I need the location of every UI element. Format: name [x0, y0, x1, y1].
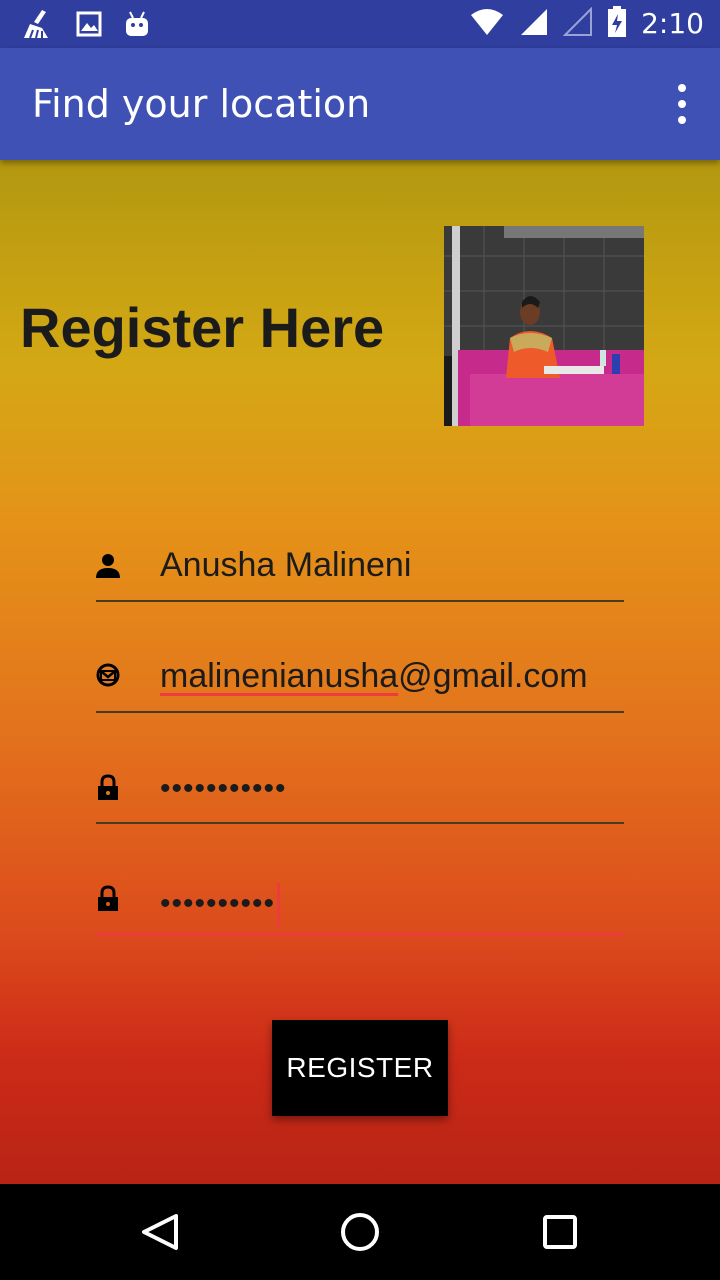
email-icon: [96, 663, 120, 691]
image-icon: [76, 11, 102, 41]
person-icon: [96, 552, 120, 580]
back-icon[interactable]: [136, 1208, 184, 1256]
battery-charging-icon: [607, 6, 627, 42]
wifi-icon: [469, 7, 505, 41]
text-cursor: [277, 883, 281, 927]
broom-icon: [20, 8, 54, 44]
lock-icon: [96, 885, 120, 913]
email-value[interactable]: malinenianusha@gmail.com: [160, 657, 588, 696]
name-field[interactable]: Anusha Malineni: [96, 540, 624, 602]
email-misspelled-part: malinenianusha: [160, 657, 399, 695]
navigation-bar: [0, 1184, 720, 1280]
email-field[interactable]: malinenianusha@gmail.com: [96, 651, 624, 713]
signal-empty-icon: [562, 6, 593, 41]
recents-icon[interactable]: [536, 1208, 584, 1256]
signal-icon: [519, 7, 549, 41]
register-form: Register Here Anusha Malineni malinenian…: [0, 160, 720, 1184]
home-icon[interactable]: [336, 1208, 384, 1256]
confirm-password-field[interactable]: ••••••••••: [96, 873, 624, 936]
email-domain-part: @gmail.com: [398, 657, 588, 695]
profile-photo: [444, 226, 644, 426]
password-value[interactable]: •••••••••••: [160, 772, 287, 806]
app-title: Find your location: [32, 82, 371, 126]
password-field[interactable]: •••••••••••: [96, 762, 624, 824]
name-value[interactable]: Anusha Malineni: [160, 546, 411, 585]
lock-icon: [96, 774, 120, 802]
confirm-password-value[interactable]: ••••••••••: [160, 883, 281, 927]
status-bar: 2:10: [0, 0, 720, 48]
status-time: 2:10: [641, 7, 704, 40]
register-button[interactable]: REGISTER: [272, 1020, 448, 1116]
confirm-password-dots: ••••••••••: [160, 886, 276, 920]
android-icon: [124, 10, 150, 42]
app-bar: Find your location: [0, 48, 720, 160]
page-title: Register Here: [20, 296, 385, 359]
overflow-menu-icon[interactable]: [672, 84, 692, 124]
